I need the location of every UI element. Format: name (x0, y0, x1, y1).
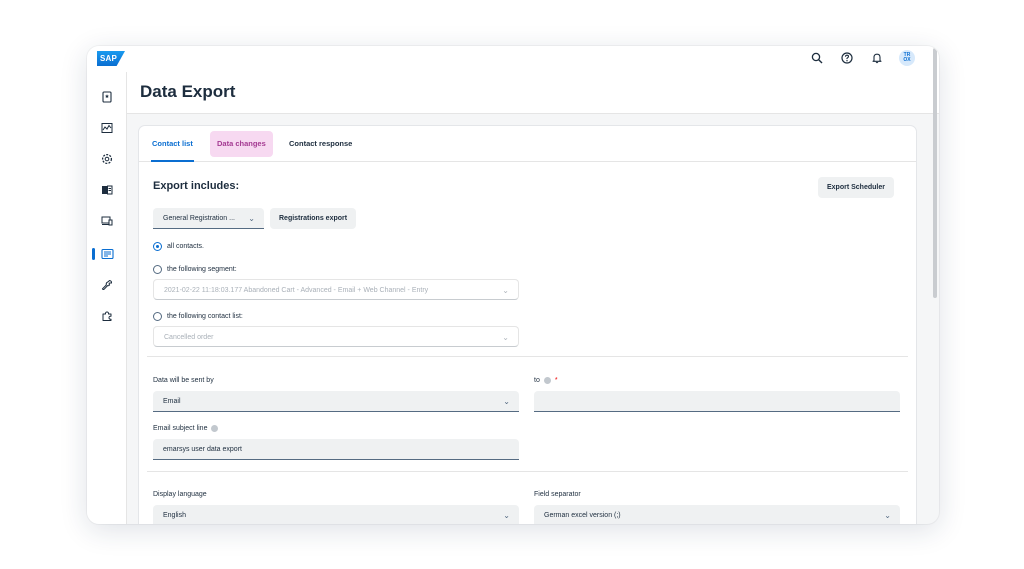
sent-by-label: Data will be sent by (153, 377, 214, 384)
info-icon[interactable] (211, 425, 219, 432)
radio-label: the following segment: (167, 266, 237, 273)
chevron-down-icon: ⌄ (248, 214, 255, 223)
app-window: SAP TR OX Data Export Contact list Data … (87, 46, 939, 524)
section-divider (147, 356, 908, 357)
wrench-icon[interactable] (99, 277, 115, 293)
segment-value: 2021-02-22 11:18:03.177 Abandoned Cart -… (164, 287, 429, 294)
language-label-text: Display language (153, 491, 207, 498)
chevron-down-icon: ⌄ (502, 333, 509, 342)
to-input[interactable] (534, 391, 900, 412)
content-icon[interactable] (99, 182, 115, 198)
chevron-down-icon: ⌄ (884, 511, 891, 520)
radio-button-checked[interactable] (153, 242, 162, 251)
language-select[interactable]: English ⌄ (153, 505, 519, 524)
radio-button[interactable] (153, 265, 162, 274)
settings-icon[interactable] (99, 151, 115, 167)
to-label-text: to (534, 377, 540, 384)
bookmark-icon[interactable] (99, 89, 115, 105)
help-icon[interactable] (839, 50, 855, 66)
tab-data-changes[interactable]: Data changes (210, 131, 273, 157)
export-scheduler-button[interactable]: Export Scheduler (818, 177, 894, 198)
separator-value: German excel version (;) (544, 512, 621, 519)
search-icon[interactable] (809, 50, 825, 66)
radio-segment[interactable]: the following segment: (153, 265, 237, 274)
contact-list-value: Cancelled order (164, 334, 214, 341)
separator-label-text: Field separator (534, 491, 581, 498)
language-value: English (163, 512, 186, 519)
chevron-down-icon: ⌄ (502, 286, 509, 295)
tab-contact-response[interactable]: Contact response (282, 131, 359, 157)
subject-label: Email subject line (153, 425, 219, 432)
segment-select[interactable]: 2021-02-22 11:18:03.177 Abandoned Cart -… (153, 279, 519, 300)
radio-label: all contacts. (167, 243, 204, 250)
shell-bar: SAP TR OX (87, 46, 939, 72)
registration-type-value: General Registration ... (163, 215, 235, 222)
sidebar (87, 72, 127, 524)
radio-all-contacts[interactable]: all contacts. (153, 242, 204, 251)
to-label: to * (534, 377, 558, 384)
data-export-icon[interactable] (99, 246, 115, 262)
registration-type-select[interactable]: General Registration ... ⌄ (153, 208, 264, 229)
puzzle-icon[interactable] (99, 308, 115, 324)
subject-input[interactable]: emarsys user data export (153, 439, 519, 460)
analytics-icon[interactable] (99, 120, 115, 136)
bell-icon[interactable] (869, 50, 885, 66)
radio-button[interactable] (153, 312, 162, 321)
chevron-down-icon: ⌄ (503, 511, 510, 520)
subject-label-text: Email subject line (153, 425, 208, 432)
page-title: Data Export (140, 82, 236, 101)
sent-by-label-text: Data will be sent by (153, 377, 214, 384)
active-nav-indicator (92, 248, 95, 260)
shell-actions: TR OX (809, 50, 915, 66)
required-indicator: * (554, 377, 558, 384)
section-title: Export includes: (153, 180, 240, 192)
devices-icon[interactable] (99, 213, 115, 229)
avatar[interactable]: TR OX (899, 50, 915, 66)
sent-by-value: Email (163, 398, 181, 405)
info-icon[interactable] (543, 377, 551, 384)
chevron-down-icon: ⌄ (503, 397, 510, 406)
vertical-scrollbar[interactable] (933, 48, 937, 298)
export-card: Contact list Data changes Contact respon… (139, 126, 916, 524)
registrations-export-button[interactable]: Registrations export (270, 208, 357, 229)
sap-logo[interactable]: SAP (97, 51, 125, 66)
radio-contact-list[interactable]: the following contact list: (153, 312, 243, 321)
separator-label: Field separator (534, 491, 581, 498)
separator-select[interactable]: German excel version (;) ⌄ (534, 505, 900, 524)
contact-list-select[interactable]: Cancelled order ⌄ (153, 326, 519, 347)
language-label: Display language (153, 491, 207, 498)
section-divider (147, 471, 908, 472)
radio-label: the following contact list: (167, 313, 243, 320)
tab-bar: Contact list Data changes Contact respon… (139, 126, 916, 162)
tab-contact-list[interactable]: Contact list (145, 131, 200, 162)
page-header: Data Export (127, 72, 939, 114)
sent-by-select[interactable]: Email ⌄ (153, 391, 519, 412)
avatar-initials: TR OX (903, 52, 911, 63)
